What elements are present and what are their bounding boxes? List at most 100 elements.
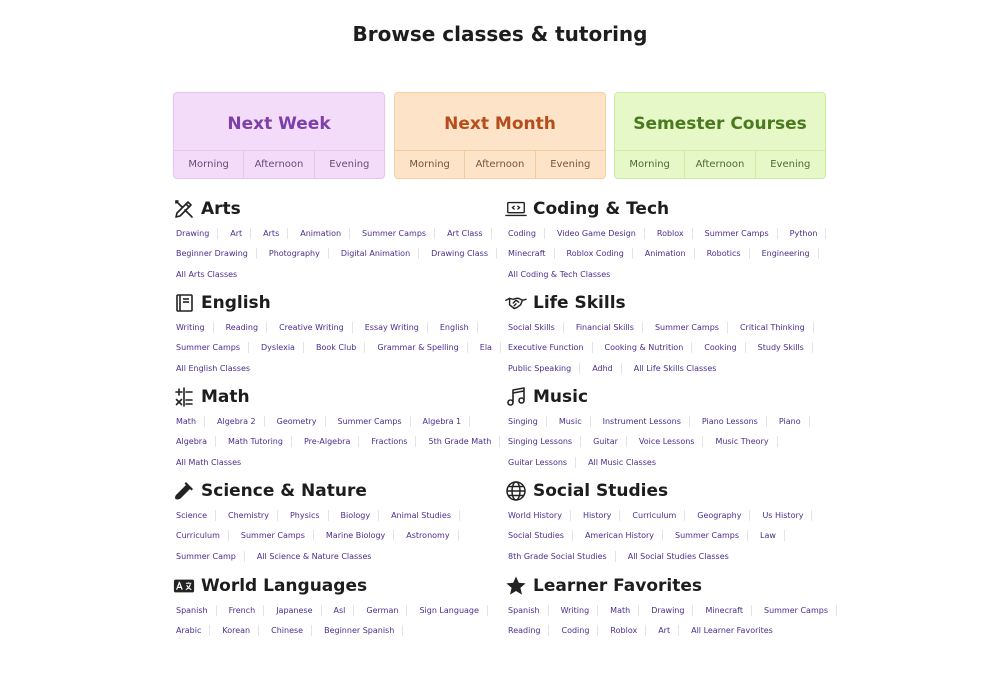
- topic-link[interactable]: Astronomy: [403, 530, 459, 542]
- topic-link[interactable]: Financial Skills: [573, 321, 643, 333]
- topic-link[interactable]: 8th Grade Social Studies: [505, 550, 616, 562]
- topic-link[interactable]: Spanish: [505, 604, 549, 616]
- topic-link[interactable]: Voice Lessons: [636, 436, 704, 448]
- topic-link[interactable]: Art: [227, 227, 252, 239]
- topic-link[interactable]: Coding: [558, 625, 599, 637]
- topic-link[interactable]: Math: [607, 604, 640, 616]
- topic-link[interactable]: Essay Writing: [362, 321, 428, 333]
- topic-link[interactable]: Photography: [266, 248, 329, 260]
- topic-link[interactable]: Creative Writing: [276, 321, 353, 333]
- topic-link[interactable]: Art: [655, 625, 680, 637]
- card-title[interactable]: Next Month: [395, 114, 605, 134]
- topic-link[interactable]: Summer Camps: [652, 321, 728, 333]
- topic-link[interactable]: Geography: [694, 509, 751, 521]
- topic-link[interactable]: Curriculum: [629, 509, 686, 521]
- topic-link[interactable]: Us History: [759, 509, 813, 521]
- topic-link[interactable]: Coding: [505, 227, 545, 239]
- all-classes-link[interactable]: All Arts Classes: [173, 269, 245, 280]
- topic-link[interactable]: Guitar: [590, 436, 627, 448]
- topic-link[interactable]: Animation: [297, 227, 351, 239]
- topic-link[interactable]: Japanese: [273, 604, 322, 616]
- topic-link[interactable]: Reading: [223, 321, 268, 333]
- section-title[interactable]: Social Studies: [533, 481, 668, 501]
- topic-link[interactable]: Piano Lessons: [699, 415, 767, 427]
- slot-afternoon[interactable]: Afternoon: [244, 151, 315, 178]
- topic-link[interactable]: Drawing Class: [428, 248, 497, 260]
- section-title[interactable]: Learner Favorites: [533, 576, 702, 596]
- topic-link[interactable]: Summer Camp: [173, 550, 245, 562]
- section-title[interactable]: Science & Nature: [201, 481, 367, 501]
- topic-link[interactable]: American History: [582, 530, 664, 542]
- topic-link[interactable]: Beginner Spanish: [321, 625, 404, 637]
- topic-link[interactable]: Marine Biology: [323, 530, 395, 542]
- topic-link[interactable]: Curriculum: [173, 530, 229, 542]
- topic-link[interactable]: Summer Camps: [761, 604, 837, 616]
- slot-evening[interactable]: Evening: [756, 151, 825, 178]
- section-title[interactable]: Coding & Tech: [533, 199, 669, 219]
- topic-link[interactable]: Guitar Lessons: [505, 456, 577, 468]
- topic-link[interactable]: Spanish: [173, 604, 217, 616]
- topic-link[interactable]: Engineering: [759, 248, 819, 260]
- topic-link[interactable]: Video Game Design: [554, 227, 645, 239]
- all-classes-link[interactable]: All Coding & Tech Classes: [505, 269, 618, 280]
- topic-link[interactable]: Asl: [331, 604, 355, 616]
- topic-link[interactable]: Arabic: [173, 625, 211, 637]
- topic-link[interactable]: Sign Language: [416, 604, 488, 616]
- topic-link[interactable]: Piano: [776, 415, 810, 427]
- topic-link[interactable]: French: [226, 604, 265, 616]
- slot-morning[interactable]: Morning: [615, 151, 686, 178]
- topic-link[interactable]: Drawing: [648, 604, 694, 616]
- topic-link[interactable]: Cooking & Nutrition: [602, 342, 693, 354]
- topic-link[interactable]: Summer Camps: [238, 530, 314, 542]
- topic-link[interactable]: Chinese: [268, 625, 313, 637]
- card-title[interactable]: Semester Courses: [615, 114, 825, 134]
- all-classes-link[interactable]: All Life Skills Classes: [631, 363, 725, 374]
- topic-link[interactable]: Digital Animation: [338, 248, 420, 260]
- topic-link[interactable]: Algebra 1: [420, 415, 471, 427]
- topic-link[interactable]: Algebra 2: [214, 415, 265, 427]
- card-next-month[interactable]: Next Month Morning Afternoon Evening: [394, 92, 606, 179]
- topic-link[interactable]: Chemistry: [225, 509, 278, 521]
- section-title[interactable]: English: [201, 293, 271, 313]
- all-classes-link[interactable]: All Music Classes: [585, 457, 664, 468]
- topic-link[interactable]: History: [580, 509, 621, 521]
- topic-link[interactable]: Minecraft: [505, 248, 555, 260]
- card-title[interactable]: Next Week: [174, 114, 384, 134]
- all-classes-link[interactable]: All English Classes: [173, 363, 258, 374]
- slot-morning[interactable]: Morning: [174, 151, 245, 178]
- slot-morning[interactable]: Morning: [395, 151, 466, 178]
- topic-link[interactable]: Animation: [642, 248, 695, 260]
- topic-link[interactable]: Social Skills: [505, 321, 564, 333]
- topic-link[interactable]: Study Skills: [755, 342, 813, 354]
- topic-link[interactable]: Summer Camps: [359, 227, 436, 239]
- topic-link[interactable]: Python: [787, 227, 827, 239]
- topic-link[interactable]: Writing: [558, 604, 599, 616]
- topic-link[interactable]: Law: [757, 530, 785, 542]
- topic-link[interactable]: Music: [556, 415, 591, 427]
- topic-link[interactable]: German: [363, 604, 408, 616]
- slot-evening[interactable]: Evening: [536, 151, 605, 178]
- topic-link[interactable]: Dyslexia: [258, 342, 304, 354]
- topic-link[interactable]: Biology: [338, 509, 380, 521]
- section-title[interactable]: Arts: [201, 199, 241, 219]
- topic-link[interactable]: Summer Camps: [672, 530, 749, 542]
- section-title[interactable]: Life Skills: [533, 293, 626, 313]
- topic-link[interactable]: Singing Lessons: [505, 436, 582, 448]
- topic-link[interactable]: Math: [173, 415, 206, 427]
- topic-link[interactable]: Animal Studies: [388, 509, 460, 521]
- topic-link[interactable]: Instrument Lessons: [600, 415, 690, 427]
- topic-link[interactable]: Reading: [505, 625, 550, 637]
- topic-link[interactable]: Arts: [260, 227, 289, 239]
- topic-link[interactable]: Singing: [505, 415, 547, 427]
- topic-link[interactable]: Algebra: [173, 436, 216, 448]
- topic-link[interactable]: Roblox Coding: [564, 248, 633, 260]
- topic-link[interactable]: Ela: [477, 342, 501, 354]
- topic-link[interactable]: Art Class: [444, 227, 492, 239]
- topic-link[interactable]: Public Speaking: [505, 362, 581, 374]
- topic-link[interactable]: Korean: [219, 625, 260, 637]
- all-classes-link[interactable]: All Science & Nature Classes: [254, 551, 380, 562]
- all-classes-link[interactable]: All Math Classes: [173, 457, 249, 468]
- topic-link[interactable]: Beginner Drawing: [173, 248, 257, 260]
- slot-afternoon[interactable]: Afternoon: [465, 151, 536, 178]
- card-semester-courses[interactable]: Semester Courses Morning Afternoon Eveni…: [614, 92, 826, 179]
